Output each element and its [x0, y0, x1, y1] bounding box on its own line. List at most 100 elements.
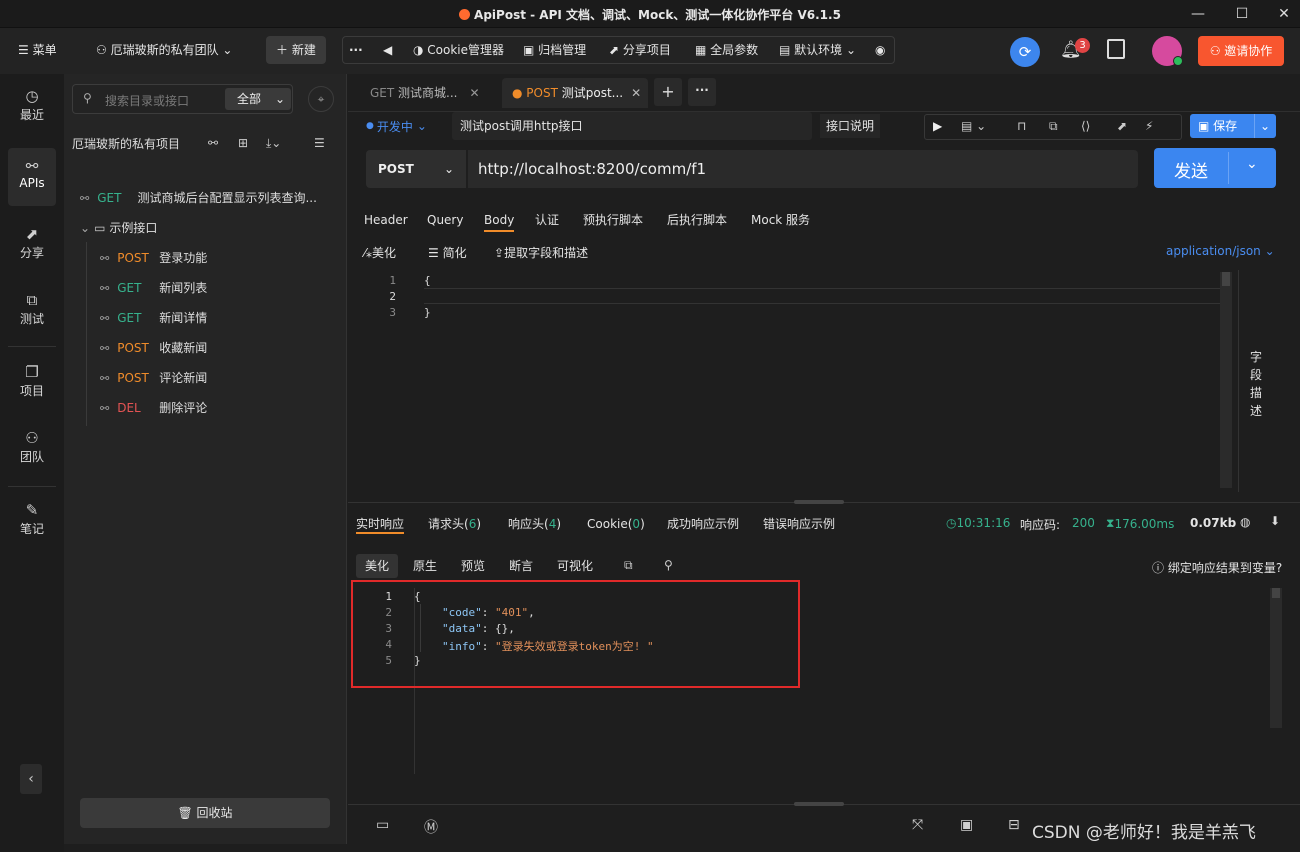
add-api-icon[interactable]: ⚯ [208, 136, 218, 150]
maximize-icon[interactable]: ☐ [1232, 4, 1252, 24]
search-input[interactable]: ⚲ 搜索目录或接口 全部 ⌄ [72, 84, 293, 114]
api-item[interactable]: ⚯ GET 测试商城后台配置显示列表查询... [80, 186, 342, 210]
tab-more-button[interactable]: ··· [688, 78, 716, 106]
team-selector[interactable]: ⚇ 厄瑞玻斯的私有团队 ⌄ [96, 36, 232, 64]
collapse-sidebar-icon[interactable]: ‹ [20, 764, 42, 794]
new-button[interactable]: ＋ 新建 [266, 36, 326, 64]
markdown-icon[interactable]: Ⓜ [424, 817, 438, 837]
sync-icon[interactable]: ⟳ [1010, 37, 1040, 67]
archive-button[interactable]: ▣ 归档管理 [523, 37, 586, 63]
resize-handle[interactable] [794, 802, 844, 806]
environment-selector[interactable]: ▤ 默认环境 ⌄ [779, 37, 856, 63]
nav-share[interactable]: ⬈ 分享 [8, 216, 56, 274]
api-item[interactable]: ⚯ GET 新闻详情 [100, 306, 207, 330]
bind-variable-link[interactable]: ⓘ 绑定响应结果到变量? [1152, 559, 1282, 576]
collapse-icon[interactable]: ⤧ [912, 817, 923, 833]
tab-auth[interactable]: 认证 [535, 208, 559, 232]
minimize-icon[interactable]: — [1188, 4, 1208, 24]
tab-body[interactable]: Body [484, 208, 515, 232]
console-icon[interactable]: ▭ [376, 817, 389, 833]
avatar[interactable] [1152, 36, 1183, 66]
search-scope-select[interactable]: 全部 ⌄ [225, 88, 291, 110]
collapse-left-icon[interactable]: ◀ [383, 37, 392, 63]
global-params-button[interactable]: ▦ 全局参数 [695, 37, 758, 63]
tab-request-headers[interactable]: 请求头(6) [428, 514, 481, 534]
download-icon[interactable]: ⬇︎ [1270, 514, 1280, 528]
api-doc-button[interactable]: 接口说明 [820, 114, 881, 138]
search-icon[interactable]: ⚲ [664, 558, 673, 572]
extract-fields-button[interactable]: ⇪提取字段和描述 [494, 244, 588, 261]
tab-realtime-response[interactable]: 实时响应 [356, 514, 405, 534]
cookie-manager-button[interactable]: ◑ Cookie管理器 [413, 37, 504, 63]
field-description-toggle[interactable]: 字段描述 [1248, 348, 1264, 420]
tab-error-example[interactable]: 错误响应示例 [763, 514, 835, 534]
close-icon[interactable]: ✕ [1274, 4, 1294, 24]
view-preview[interactable]: 预览 [452, 554, 494, 578]
tab-response-headers[interactable]: 响应头(4) [508, 514, 561, 534]
tab-query[interactable]: Query [427, 208, 463, 232]
content-type-selector[interactable]: application/json ⌄ [1166, 244, 1275, 258]
api-item[interactable]: ⚯ POST 登录功能 [100, 246, 207, 270]
body-editor[interactable]: 1 2 3 { } [372, 272, 1234, 490]
more-button[interactable]: ··· [349, 37, 363, 63]
nav-notes[interactable]: ✎ 笔记 [8, 492, 56, 550]
request-tab[interactable]: GET 测试商城... ✕ [360, 78, 490, 108]
send-button[interactable]: 发送 ⌄ [1154, 148, 1276, 188]
view-visualize[interactable]: 可视化 [548, 554, 602, 578]
scrollbar[interactable] [1270, 588, 1282, 728]
status-selector[interactable]: ● 开发中 ⌄ [366, 114, 427, 138]
add-folder-icon[interactable]: ⊞ [238, 136, 248, 150]
tab-header[interactable]: Header [364, 208, 408, 232]
chevron-down-icon[interactable]: ⌄ [1260, 114, 1270, 138]
tab-mock[interactable]: Mock 服务 [751, 208, 810, 232]
menu-button[interactable]: ☰ 菜单 [18, 36, 57, 64]
layout-icon[interactable]: ▤ ⌄ [961, 119, 986, 133]
close-icon[interactable]: ✕ [470, 86, 480, 100]
url-input[interactable]: http://localhost:8200/comm/f1 [468, 150, 1138, 188]
code-icon[interactable]: ⟨⟩ [1081, 119, 1090, 133]
view-raw[interactable]: 原生 [404, 554, 446, 578]
eye-icon[interactable]: ◉ [875, 37, 885, 63]
simplify-button[interactable]: ☰ 简化 [428, 244, 467, 261]
view-beautify[interactable]: 美化 [356, 554, 399, 578]
request-name-input[interactable]: 测试post调用http接口 [452, 112, 812, 140]
nav-project[interactable]: ❐ 项目 [8, 354, 56, 412]
lock-icon[interactable]: ⊓ [1017, 119, 1026, 133]
chevron-down-icon[interactable]: ⌄ [1246, 156, 1258, 172]
flash-icon[interactable]: ⚡︎ [1145, 119, 1153, 133]
locate-icon[interactable]: ⌖ [308, 86, 334, 112]
copy-icon[interactable]: ⧉ [624, 558, 633, 573]
collapse-all-icon[interactable]: ☰ [314, 136, 325, 150]
folder-item[interactable]: ⌄ ▭ 示例接口 [80, 216, 157, 240]
terminal-icon[interactable]: ▣ [960, 817, 973, 833]
nav-test[interactable]: ⧉ 测试 [8, 282, 56, 340]
share-project-button[interactable]: ⬈ 分享项目 [609, 37, 671, 63]
scrollbar[interactable] [1220, 272, 1232, 488]
api-item[interactable]: ⚯ DEL 删除评论 [100, 396, 207, 420]
api-item[interactable]: ⚯ POST 收藏新闻 [100, 336, 207, 360]
request-tab-active[interactable]: ● POST 测试post... ✕ [502, 78, 648, 108]
add-tab-button[interactable]: + [654, 78, 682, 106]
recycle-bin-button[interactable]: 🗑︎ 回收站 [80, 798, 330, 828]
close-icon[interactable]: ✕ [631, 86, 641, 100]
copy-icon[interactable]: ⧉ [1049, 119, 1058, 134]
tab-pre-script[interactable]: 预执行脚本 [583, 208, 643, 232]
nav-team[interactable]: ⚇ 团队 [8, 420, 56, 478]
nav-recent[interactable]: ◷ 最近 [8, 78, 56, 136]
nav-apis[interactable]: ⚯ APIs [8, 148, 56, 206]
resize-handle[interactable] [794, 500, 844, 504]
play-icon[interactable]: ▶ [933, 119, 942, 133]
tab-cookie[interactable]: Cookie(0) [587, 514, 645, 534]
import-icon[interactable]: ⤓⌄ [266, 136, 281, 151]
view-assert[interactable]: 断言 [500, 554, 542, 578]
share-icon[interactable]: ⬈ [1117, 119, 1127, 133]
tab-post-script[interactable]: 后执行脚本 [667, 208, 727, 232]
save-button[interactable]: ▣ 保存 ⌄ [1190, 114, 1276, 138]
api-item[interactable]: ⚯ POST 评论新闻 [100, 366, 207, 390]
method-selector[interactable]: POST ⌄ [366, 150, 466, 188]
invite-button[interactable]: ⚇ 邀请协作 [1198, 36, 1284, 66]
api-item[interactable]: ⚯ GET 新闻列表 [100, 276, 207, 300]
split-view-icon[interactable]: ⊟ [1008, 817, 1020, 833]
tab-success-example[interactable]: 成功响应示例 [667, 514, 739, 534]
notes-icon[interactable] [1107, 39, 1125, 59]
